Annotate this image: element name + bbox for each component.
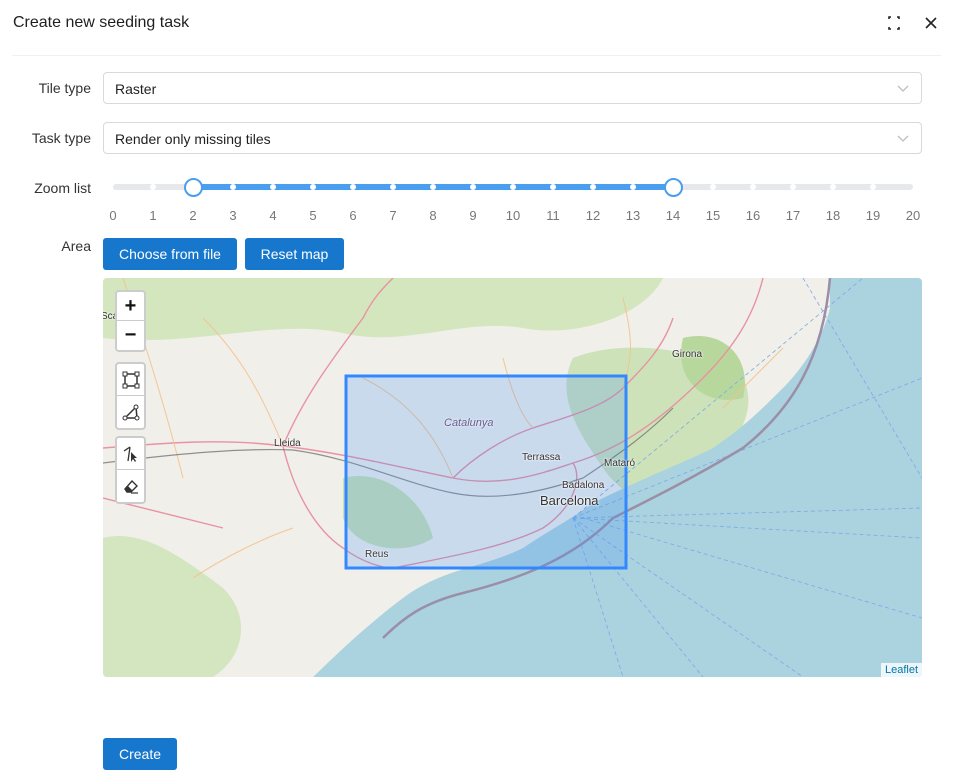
slider-step-dot [630,184,636,190]
city-label-mataro: Mataró [604,458,636,469]
zoom-tick-label: 0 [109,208,117,223]
zoom-tick-label: 13 [625,208,641,223]
draw-polygon-button[interactable] [117,396,144,428]
zoom-tick-label: 5 [309,208,317,223]
zoom-tick-label: 9 [469,208,477,223]
zoom-tick-label: 4 [269,208,277,223]
zoom-tick-label: 18 [825,208,841,223]
dialog-header: Create new seeding task [0,0,954,56]
zoom-control: + − [115,290,146,352]
slider-step-dot [590,184,596,190]
zoom-out-button[interactable]: − [117,321,144,350]
zoom-list-label: Zoom list [34,180,91,196]
tile-type-label: Tile type [38,80,91,96]
zoom-tick-label: 17 [785,208,801,223]
zoom-tick-label: 3 [229,208,237,223]
task-type-value: Render only missing tiles [115,131,271,147]
chevron-down-icon [897,135,909,142]
slider-step-dot [150,184,156,190]
zoom-tick-label: 12 [585,208,601,223]
dialog-title: Create new seeding task [13,14,190,31]
maximize-icon[interactable] [886,14,902,32]
zoom-tick-label: 6 [349,208,357,223]
slider-step-dot [470,184,476,190]
map-view[interactable]: Sca Girona Lleida Catalunya Terrassa Mat… [103,278,922,677]
zoom-tick-label: 7 [389,208,397,223]
slider-step-dot [430,184,436,190]
slider-step-dot [750,184,756,190]
polygon-icon [122,404,139,421]
header-divider [12,55,941,56]
city-label-reus: Reus [365,549,389,560]
edit-layers-button[interactable] [117,438,144,470]
city-label-barcelona: Barcelona [540,493,599,508]
city-label-girona: Girona [672,349,703,360]
create-button[interactable]: Create [103,738,177,770]
zoom-tick-label: 20 [905,208,921,223]
slider-step-dot [350,184,356,190]
map-attribution-link[interactable]: Leaflet [880,663,922,677]
edit-cursor-icon [123,445,137,462]
edit-toolbar [115,436,146,504]
selected-area-rectangle [344,374,628,570]
zoom-tick-label: 11 [546,208,560,223]
draw-toolbar [115,362,146,430]
city-label-badalona: Badalona [562,480,605,491]
city-label-lleida: Lleida [274,438,301,449]
slider-step-dot [870,184,876,190]
zoom-tick-label: 14 [665,208,681,223]
delete-layers-button[interactable] [117,470,144,502]
slider-step-dot [830,184,836,190]
slider-step-dot [790,184,796,190]
slider-step-dot [270,184,276,190]
rectangle-icon [122,371,139,388]
task-type-label: Task type [31,130,91,146]
tile-type-select[interactable]: Raster [103,72,922,104]
choose-from-file-button[interactable]: Choose from file [103,238,237,270]
slider-handle-to[interactable] [663,178,683,197]
area-label: Area [61,238,91,254]
zoom-range-slider[interactable] [113,176,913,200]
slider-step-dot [710,184,716,190]
zoom-tick-label: 8 [429,208,437,223]
zoom-tick-label: 19 [865,208,881,223]
close-icon[interactable] [923,14,939,32]
tile-type-value: Raster [115,81,157,97]
draw-rectangle-button[interactable] [117,364,144,396]
region-label-catalunya: Catalunya [444,417,494,429]
slider-step-dot [550,184,556,190]
slider-step-dot [510,184,516,190]
slider-handle-from[interactable] [183,178,203,197]
zoom-tick-label: 2 [189,208,197,223]
eraser-icon [123,479,138,494]
task-type-select[interactable]: Render only missing tiles [103,122,922,154]
zoom-tick-label: 15 [705,208,721,223]
chevron-down-icon [897,85,909,92]
zoom-tick-label: 10 [505,208,521,223]
zoom-tick-label: 16 [745,208,761,223]
zoom-in-button[interactable]: + [117,292,144,321]
slider-step-dot [230,184,236,190]
zoom-tick-label: 1 [149,208,157,223]
map-tiles [103,278,922,677]
slider-step-dot [390,184,396,190]
reset-map-button[interactable]: Reset map [245,238,344,270]
city-label-terrassa: Terrassa [522,452,561,463]
slider-step-dot [310,184,316,190]
